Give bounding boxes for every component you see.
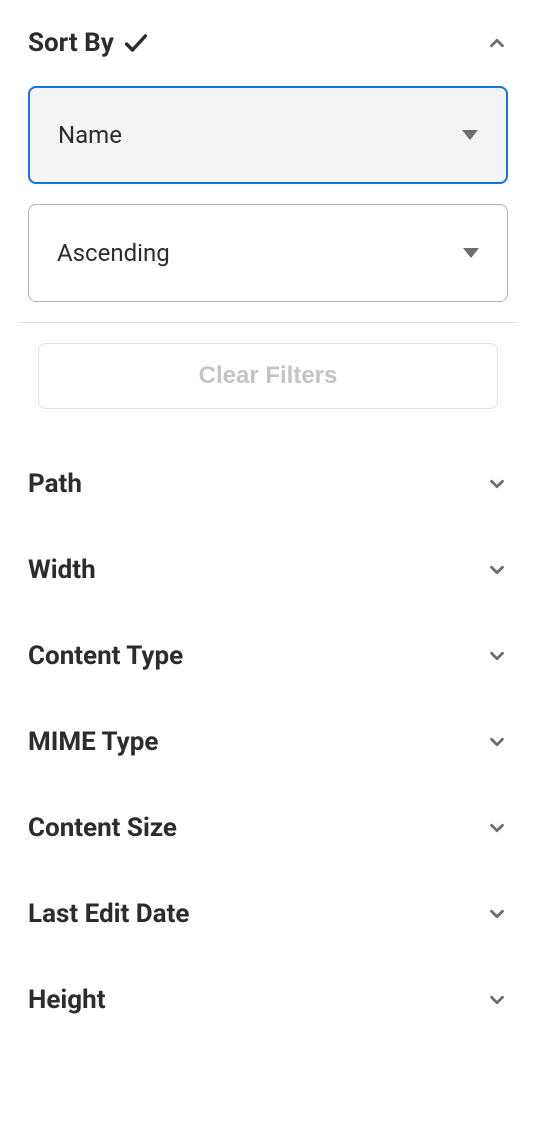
filter-label: Content Type [28, 641, 183, 671]
filter-row-path[interactable]: Path [28, 441, 508, 527]
chevron-down-icon [486, 989, 508, 1011]
caret-down-icon [462, 130, 478, 140]
chevron-down-icon [486, 559, 508, 581]
filter-label: Path [28, 469, 82, 499]
filter-label: Width [28, 555, 96, 585]
sort-by-header[interactable]: Sort By [28, 28, 508, 58]
chevron-up-icon [486, 32, 508, 54]
filter-label: Height [28, 985, 106, 1015]
chevron-down-icon [486, 473, 508, 495]
chevron-down-icon [486, 903, 508, 925]
filter-row-content-type[interactable]: Content Type [28, 613, 508, 699]
chevron-down-icon [486, 731, 508, 753]
sort-direction-value: Ascending [57, 239, 170, 267]
sort-by-title: Sort By [28, 28, 114, 58]
filter-label: MIME Type [28, 727, 158, 757]
sort-by-label-group: Sort By [28, 28, 150, 58]
filter-row-content-size[interactable]: Content Size [28, 785, 508, 871]
filter-row-height[interactable]: Height [28, 957, 508, 1043]
check-icon [122, 29, 150, 57]
sort-direction-select[interactable]: Ascending [28, 204, 508, 302]
sort-field-value: Name [58, 121, 122, 149]
filter-label: Last Edit Date [28, 899, 189, 929]
filter-label: Content Size [28, 813, 177, 843]
clear-filters-button[interactable]: Clear Filters [38, 343, 498, 409]
caret-down-icon [463, 248, 479, 258]
sort-field-select[interactable]: Name [28, 86, 508, 184]
filter-row-last-edit-date[interactable]: Last Edit Date [28, 871, 508, 957]
divider [18, 322, 518, 323]
filter-row-width[interactable]: Width [28, 527, 508, 613]
chevron-down-icon [486, 817, 508, 839]
filter-row-mime-type[interactable]: MIME Type [28, 699, 508, 785]
chevron-down-icon [486, 645, 508, 667]
